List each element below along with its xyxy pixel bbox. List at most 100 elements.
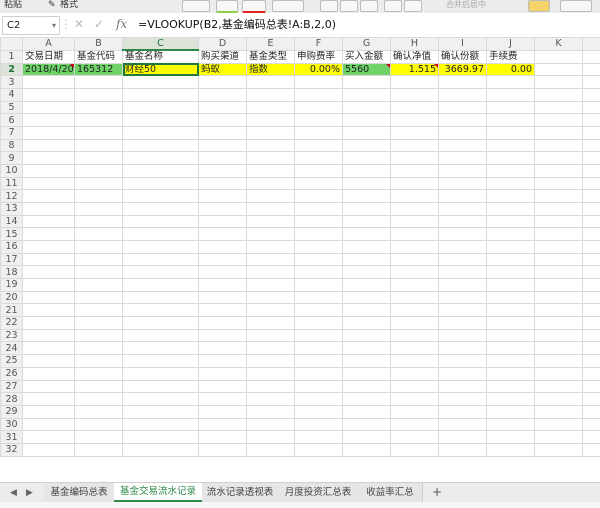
- cell-fund-name-active[interactable]: 财经50: [122, 62, 199, 77]
- cell[interactable]: [22, 227, 75, 242]
- cell[interactable]: [74, 316, 123, 330]
- cell[interactable]: [390, 100, 439, 115]
- cell-buy-amount[interactable]: 5560: [342, 62, 391, 77]
- cell[interactable]: [294, 100, 343, 115]
- cell[interactable]: [486, 151, 535, 166]
- cell[interactable]: [582, 442, 600, 457]
- column-header-blank[interactable]: [582, 37, 600, 51]
- cell[interactable]: [22, 100, 75, 115]
- cell[interactable]: [582, 252, 600, 267]
- column-header-selected[interactable]: C: [122, 37, 199, 51]
- cell[interactable]: [246, 316, 295, 330]
- cell[interactable]: [122, 265, 199, 280]
- cell[interactable]: [122, 442, 199, 457]
- cell[interactable]: [198, 100, 247, 115]
- cell[interactable]: [22, 164, 75, 178]
- cell[interactable]: [582, 417, 600, 432]
- cell[interactable]: [486, 126, 535, 140]
- cell[interactable]: [534, 379, 583, 394]
- cell[interactable]: [390, 240, 439, 254]
- cell[interactable]: [246, 379, 295, 394]
- cell[interactable]: [246, 202, 295, 216]
- cell[interactable]: [246, 265, 295, 280]
- cell[interactable]: [246, 88, 295, 102]
- cell[interactable]: [122, 75, 199, 90]
- cell[interactable]: [22, 176, 75, 191]
- cell[interactable]: [582, 88, 600, 102]
- row-header[interactable]: 28: [0, 392, 23, 406]
- cell[interactable]: [486, 392, 535, 406]
- cell[interactable]: [198, 88, 247, 102]
- cell[interactable]: [486, 227, 535, 242]
- sheet-tab[interactable]: 收益率汇总: [358, 483, 423, 502]
- cell[interactable]: [438, 354, 487, 368]
- cell[interactable]: [342, 290, 391, 305]
- cell-confirm-shares[interactable]: 3669.97: [438, 62, 487, 77]
- cell[interactable]: [246, 404, 295, 419]
- cell[interactable]: [342, 252, 391, 267]
- cell[interactable]: [342, 328, 391, 343]
- cell[interactable]: [22, 252, 75, 267]
- column-header[interactable]: E: [246, 37, 295, 51]
- cell[interactable]: [246, 227, 295, 242]
- cell[interactable]: [486, 138, 535, 153]
- cell[interactable]: [534, 113, 583, 128]
- row-header-selected[interactable]: 2: [0, 62, 23, 77]
- cell[interactable]: [74, 303, 123, 318]
- cell-trade-date[interactable]: 2018/4/20: [22, 62, 75, 77]
- cell[interactable]: [246, 442, 295, 457]
- cell[interactable]: [122, 126, 199, 140]
- cell[interactable]: [246, 328, 295, 343]
- cell[interactable]: [122, 430, 199, 444]
- cell[interactable]: [198, 265, 247, 280]
- cell[interactable]: [342, 442, 391, 457]
- cell-channel[interactable]: 蚂蚁: [198, 62, 247, 77]
- cell[interactable]: [74, 366, 123, 381]
- cell[interactable]: [74, 341, 123, 356]
- cell[interactable]: [246, 138, 295, 153]
- cell[interactable]: [438, 138, 487, 153]
- cell[interactable]: [22, 328, 75, 343]
- cell[interactable]: [294, 126, 343, 140]
- cell[interactable]: [22, 366, 75, 381]
- cell[interactable]: [582, 126, 600, 140]
- row-header[interactable]: 29: [0, 404, 23, 419]
- select-all-corner[interactable]: [0, 37, 23, 51]
- cell[interactable]: [486, 430, 535, 444]
- cell[interactable]: [122, 417, 199, 432]
- cell[interactable]: [438, 404, 487, 419]
- cell[interactable]: [74, 151, 123, 166]
- cell[interactable]: [122, 202, 199, 216]
- cell[interactable]: 购买渠道: [198, 49, 247, 64]
- cell[interactable]: [438, 75, 487, 90]
- cell[interactable]: [486, 214, 535, 229]
- cell[interactable]: [198, 278, 247, 292]
- cell[interactable]: [486, 366, 535, 381]
- cell[interactable]: [582, 290, 600, 305]
- cell[interactable]: [390, 113, 439, 128]
- cell[interactable]: [74, 278, 123, 292]
- cell[interactable]: [74, 100, 123, 115]
- cell[interactable]: [390, 278, 439, 292]
- cell[interactable]: [582, 176, 600, 191]
- cell[interactable]: [198, 404, 247, 419]
- cell[interactable]: [294, 328, 343, 343]
- cell[interactable]: [22, 430, 75, 444]
- row-header[interactable]: 14: [0, 214, 23, 229]
- cell[interactable]: [438, 151, 487, 166]
- cell[interactable]: [122, 316, 199, 330]
- cell[interactable]: [122, 189, 199, 204]
- cell[interactable]: [438, 316, 487, 330]
- cell[interactable]: [22, 417, 75, 432]
- cell[interactable]: [74, 290, 123, 305]
- cell[interactable]: 买入金额: [342, 49, 391, 64]
- cell[interactable]: [198, 164, 247, 178]
- cell[interactable]: [74, 88, 123, 102]
- cell[interactable]: [582, 366, 600, 381]
- cell[interactable]: [582, 49, 600, 64]
- cell[interactable]: [390, 442, 439, 457]
- cell[interactable]: [582, 164, 600, 178]
- cell[interactable]: [22, 392, 75, 406]
- cell-fee[interactable]: 0.00: [486, 62, 535, 77]
- align-center-button[interactable]: [340, 0, 358, 12]
